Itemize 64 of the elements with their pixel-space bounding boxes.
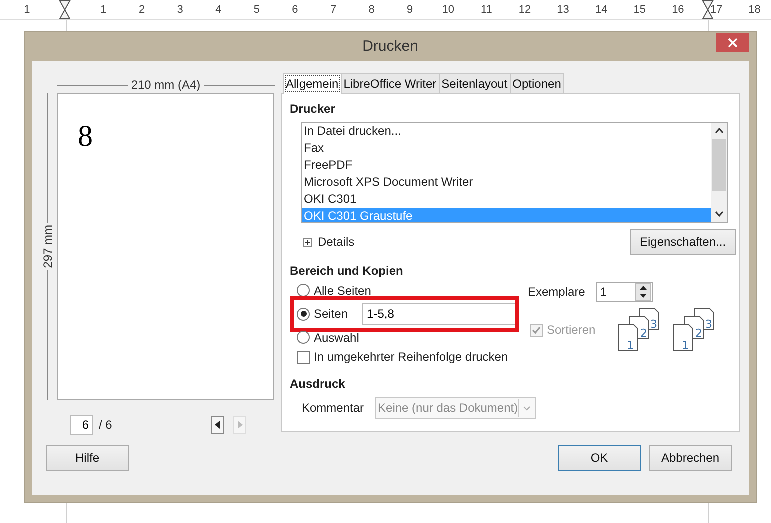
previous-page-button[interactable] <box>211 416 224 434</box>
chevron-down-icon <box>523 406 532 410</box>
printer-item[interactable]: OKI C301 <box>302 191 711 208</box>
printer-item[interactable]: Fax <box>302 140 711 157</box>
window-title: Drucken <box>362 38 418 55</box>
tab[interactable]: Seitenlayout <box>438 73 511 93</box>
checkbox-option[interactable]: In umgekehrter Reihenfolge drucken <box>297 350 527 364</box>
ruler-number: 16 <box>672 4 684 16</box>
plus-box-icon <box>303 238 312 246</box>
copies-spinner[interactable]: 1 <box>596 282 654 302</box>
printer-item[interactable]: In Datei drucken... <box>302 123 711 140</box>
ruler-number: 10 <box>442 4 455 16</box>
radio-option[interactable]: Auswahl <box>297 330 360 344</box>
radio-option[interactable]: Alle Seiten <box>297 284 372 298</box>
tab[interactable]: LibreOffice Writer <box>340 73 440 93</box>
ruler-number: 11 <box>481 4 492 16</box>
ruler-number: 4 <box>216 4 222 16</box>
properties-button[interactable]: Eigenschaften... <box>630 229 736 255</box>
checkmark-icon <box>532 326 541 334</box>
comment-label: Kommentar <box>302 401 364 415</box>
radio-option[interactable]: Seiten <box>297 307 348 321</box>
printer-item[interactable]: FreePDF <box>302 157 711 174</box>
close-icon <box>728 38 738 48</box>
ruler-number: 3 <box>177 4 184 16</box>
ruler-number: 14 <box>595 4 608 16</box>
ruler-number: 5 <box>254 4 260 16</box>
section-heading: Drucker <box>290 102 336 116</box>
ruler-number: 8 <box>368 4 375 16</box>
ruler-number: 15 <box>634 4 646 16</box>
details-expander[interactable]: Details <box>303 235 355 249</box>
ruler-number: 6 <box>292 4 298 16</box>
tab[interactable]: Optionen <box>510 73 564 93</box>
down-chevron-icon[interactable] <box>714 211 724 217</box>
dialog-button[interactable]: OK <box>558 445 641 471</box>
copies-label: Exemplare <box>528 285 586 299</box>
ruler-number: 9 <box>407 4 414 16</box>
ruler-number: 1 <box>24 4 30 16</box>
up-chevron-icon[interactable] <box>714 128 724 134</box>
page-number-field[interactable]: 6 <box>70 415 93 435</box>
page-total-label: / 6 <box>99 418 112 432</box>
printer-item[interactable]: Microsoft XPS Document Writer <box>302 174 711 191</box>
tab[interactable]: Allgemein <box>283 73 342 94</box>
printer-list[interactable]: In Datei drucken... Fax FreePDF Microsoft XPS Document Writer OKI C301 OKI C301 Graustufe <box>301 122 728 223</box>
indent-marker-icon[interactable] <box>59 0 72 20</box>
close-button[interactable] <box>716 33 749 52</box>
ruler-number: 12 <box>518 4 532 16</box>
up-triangle-icon[interactable] <box>640 286 647 290</box>
ruler-number: 13 <box>557 4 570 16</box>
dialog-button[interactable]: Abbrechen <box>649 445 732 471</box>
down-triangle-icon[interactable] <box>640 294 647 298</box>
dialog-button[interactable]: Hilfe <box>46 445 129 471</box>
left-triangle-icon <box>214 421 220 429</box>
section-heading: Ausdruck <box>290 377 346 391</box>
ruler-number: 7 <box>330 4 337 16</box>
page-width-label: 210 mm (A4) <box>131 78 201 92</box>
page-height-label: 297 mm <box>40 224 54 270</box>
ruler-number: 1 <box>100 4 107 16</box>
page-number-text: 8 <box>78 120 93 153</box>
ruler-number: 17 <box>710 4 723 16</box>
ruler-number: 18 <box>748 4 761 16</box>
scrollbar[interactable] <box>711 123 727 222</box>
ruler-number: 2 <box>138 4 146 16</box>
right-triangle-icon <box>236 421 242 429</box>
section-heading: Bereich und Kopien <box>290 264 404 278</box>
